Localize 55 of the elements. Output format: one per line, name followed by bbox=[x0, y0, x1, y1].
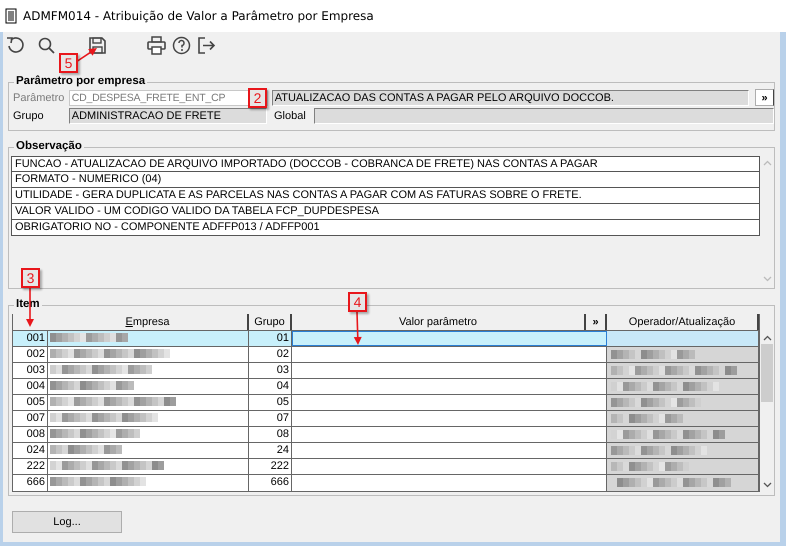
table-row[interactable]: 001 01 bbox=[13, 331, 759, 347]
callout-number: 5 bbox=[59, 53, 78, 73]
expand-button[interactable]: » bbox=[586, 314, 607, 330]
exit-icon[interactable] bbox=[197, 36, 216, 55]
table-cell: 666 bbox=[13, 475, 48, 491]
field-label: Global bbox=[274, 110, 307, 122]
blurred-text bbox=[611, 414, 683, 423]
table-row[interactable]: 024 24 bbox=[13, 443, 759, 459]
table-row[interactable]: 005 05 bbox=[13, 395, 759, 411]
callout-number: 3 bbox=[21, 268, 40, 288]
group-title: Parâmetro por empresa bbox=[14, 75, 148, 87]
field-label: Parâmetro bbox=[13, 92, 65, 104]
table-cell: 02 bbox=[249, 347, 292, 362]
table-row[interactable]: 004 04 bbox=[13, 379, 759, 395]
callout-number: 4 bbox=[348, 292, 367, 312]
table-cell: 005 bbox=[13, 395, 48, 410]
table-cell: 008 bbox=[13, 427, 48, 442]
table-cell: 002 bbox=[13, 347, 48, 362]
table-cell: 04 bbox=[249, 379, 292, 394]
window-title: ADMFM014 - Atribuição de Valor a Parâmetro por Empresa bbox=[23, 9, 374, 23]
undo-icon[interactable] bbox=[6, 36, 25, 55]
table-cell: 003 bbox=[13, 363, 48, 378]
table-row[interactable]: 003 03 bbox=[13, 363, 759, 379]
table-cell: 24 bbox=[249, 443, 292, 458]
scroll-down-icon[interactable] bbox=[762, 482, 772, 488]
column-header: Valor parâmetro bbox=[292, 314, 586, 330]
printer-icon[interactable] bbox=[147, 36, 166, 55]
table-row[interactable]: 222 222 bbox=[13, 459, 759, 475]
log-button[interactable]: Log... bbox=[12, 511, 122, 533]
table-row[interactable]: 008 08 bbox=[13, 427, 759, 443]
table-cell: 01 bbox=[249, 331, 292, 346]
table-row[interactable]: 666 666 bbox=[13, 475, 759, 491]
field-label: Grupo bbox=[13, 110, 45, 122]
scroll-thumb[interactable] bbox=[761, 344, 773, 402]
table-row[interactable]: 007 07 bbox=[13, 411, 759, 427]
table-cell: 004 bbox=[13, 379, 48, 394]
document-icon bbox=[5, 8, 17, 24]
search-icon[interactable] bbox=[37, 36, 56, 55]
table-cell: 024 bbox=[13, 443, 48, 458]
table-cell: 007 bbox=[13, 411, 48, 426]
table-cell: 03 bbox=[249, 363, 292, 378]
table-cell: 07 bbox=[249, 411, 292, 426]
table-row[interactable]: 002 02 bbox=[13, 347, 759, 363]
help-icon[interactable] bbox=[172, 36, 191, 55]
expand-button[interactable]: » bbox=[755, 89, 774, 106]
table-cell: 05 bbox=[249, 395, 292, 410]
scroll-up-icon[interactable] bbox=[762, 335, 772, 341]
table-cell: 666 bbox=[249, 475, 292, 491]
table-cell: 222 bbox=[249, 459, 292, 474]
description-field[interactable]: ATUALIZACAO DAS CONTAS A PAGAR PELO ARQUIVO DOCCOB. bbox=[272, 90, 750, 106]
group-field[interactable]: ADMINISTRACAO DE FRETE bbox=[68, 108, 267, 124]
group-title: Observação bbox=[14, 140, 84, 152]
table-cell: 222 bbox=[13, 459, 48, 474]
table-cell: 001 bbox=[13, 331, 48, 346]
table-cell: 08 bbox=[249, 427, 292, 442]
